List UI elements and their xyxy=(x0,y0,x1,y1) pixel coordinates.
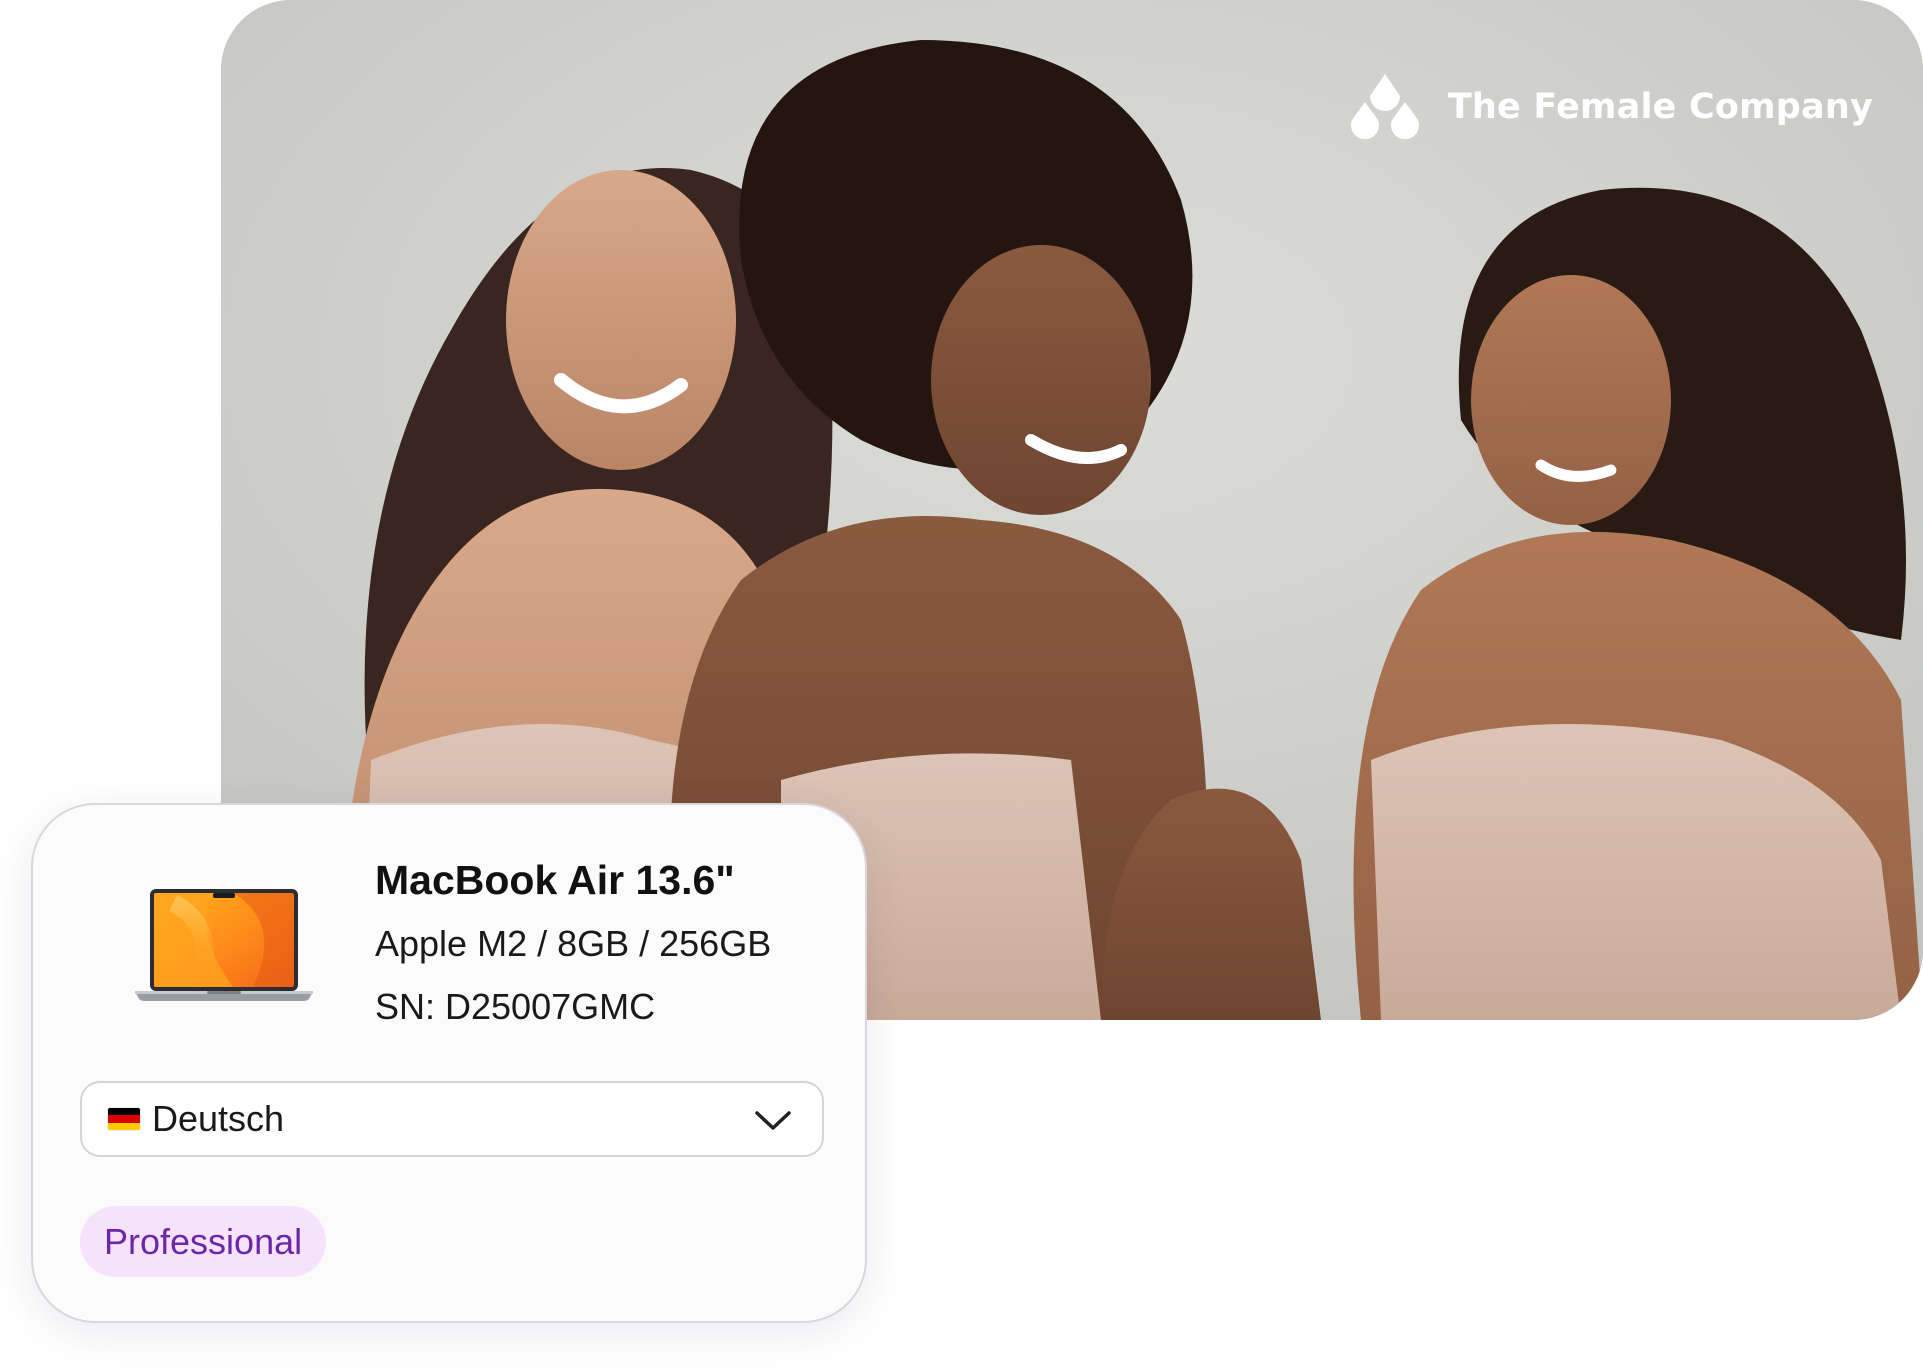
brand-name: The Female Company xyxy=(1447,87,1873,127)
chevron-down-icon xyxy=(755,1111,791,1130)
language-select[interactable]: Deutsch xyxy=(80,1081,824,1157)
brand-logo: The Female Company xyxy=(1344,72,1873,142)
device-card: MacBook Air 13.6" Apple M2 / 8GB / 256GB… xyxy=(31,803,867,1323)
device-spec: Apple M2 / 8GB / 256GB xyxy=(375,923,772,964)
water-drops-logo-icon xyxy=(1350,74,1419,140)
device-name: MacBook Air 13.6" xyxy=(375,857,735,903)
device-serial-number: SN: D25007GMC xyxy=(375,986,656,1027)
plan-badge: Professional xyxy=(80,1206,327,1277)
laptop-icon xyxy=(135,889,313,1001)
language-select-value: Deutsch xyxy=(152,1098,285,1139)
germany-flag-icon xyxy=(108,1108,140,1130)
